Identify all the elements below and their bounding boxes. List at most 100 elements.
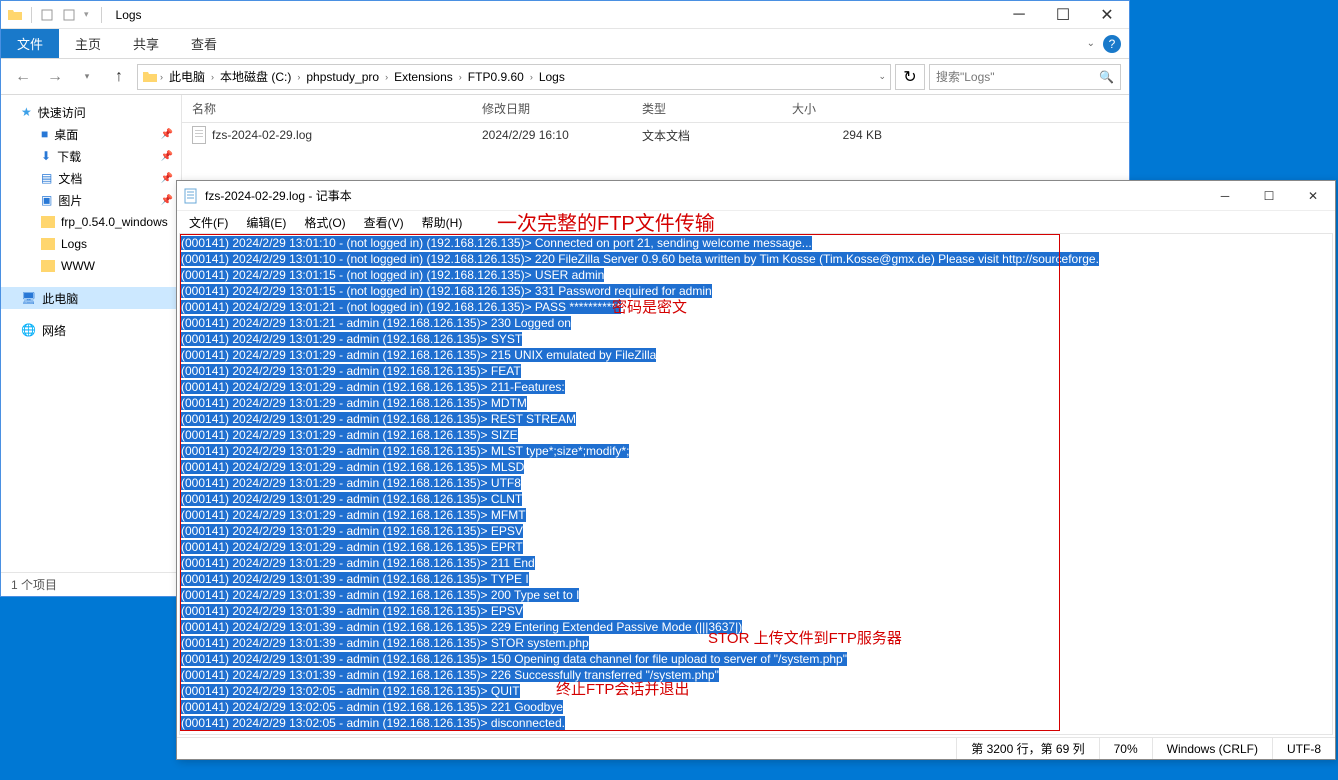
log-line: (000141) 2024/2/29 13:01:39 - admin (192… xyxy=(181,603,1331,619)
menu-file[interactable]: 文件(F) xyxy=(181,212,236,233)
notepad-menu: 文件(F) 编辑(E) 格式(O) 查看(V) 帮助(H) 一次完整的FTP文件… xyxy=(177,211,1335,233)
nav-logs[interactable]: Logs xyxy=(1,233,181,255)
ribbon-tab-file[interactable]: 文件 xyxy=(1,29,59,58)
nav-frp[interactable]: frp_0.54.0_windows xyxy=(1,211,181,233)
log-line: (000141) 2024/2/29 13:01:10 - (not logge… xyxy=(181,235,1331,251)
log-line: (000141) 2024/2/29 13:01:29 - admin (192… xyxy=(181,459,1331,475)
nav-pictures[interactable]: ▣图片📌 xyxy=(1,189,181,211)
file-row[interactable]: fzs-2024-02-29.log 2024/2/29 16:10 文本文档 … xyxy=(182,123,1129,147)
notepad-statusbar: 第 3200 行，第 69 列 70% Windows (CRLF) UTF-8 xyxy=(177,737,1335,759)
window-title: Logs xyxy=(116,8,142,22)
log-line: (000141) 2024/2/29 13:01:29 - admin (192… xyxy=(181,443,1331,459)
crumb[interactable]: Extensions xyxy=(390,70,457,84)
textfile-icon xyxy=(192,126,206,144)
log-line: (000141) 2024/2/29 13:01:29 - admin (192… xyxy=(181,555,1331,571)
ribbon-tab-share[interactable]: 共享 xyxy=(117,29,175,58)
help-icon[interactable]: ? xyxy=(1103,35,1121,53)
back-button[interactable]: ← xyxy=(9,63,37,91)
log-line: (000141) 2024/2/29 13:02:05 - admin (192… xyxy=(181,715,1331,731)
minimize-button[interactable]: ─ xyxy=(997,1,1041,29)
np-maximize-button[interactable]: ☐ xyxy=(1247,181,1291,211)
log-line: (000141) 2024/2/29 13:01:10 - (not logge… xyxy=(181,251,1331,267)
log-line: (000141) 2024/2/29 13:01:29 - admin (192… xyxy=(181,379,1331,395)
nav-quick-access[interactable]: ★快速访问 xyxy=(1,101,181,123)
log-line: (000141) 2024/2/29 13:01:29 - admin (192… xyxy=(181,491,1331,507)
log-line: (000141) 2024/2/29 13:01:39 - admin (192… xyxy=(181,651,1331,667)
crumb[interactable]: Logs xyxy=(535,70,569,84)
log-line: (000141) 2024/2/29 13:01:29 - admin (192… xyxy=(181,539,1331,555)
status-encoding: UTF-8 xyxy=(1272,738,1335,759)
ribbon-tab-home[interactable]: 主页 xyxy=(59,29,117,58)
customize-qat-icon[interactable] xyxy=(40,8,54,22)
crumb[interactable]: 此电脑 xyxy=(165,68,209,85)
menu-help[interactable]: 帮助(H) xyxy=(414,212,471,233)
log-line: (000141) 2024/2/29 13:01:29 - admin (192… xyxy=(181,411,1331,427)
status-position: 第 3200 行，第 69 列 xyxy=(956,738,1098,759)
menu-view[interactable]: 查看(V) xyxy=(356,212,412,233)
annotation-title: 一次完整的FTP文件传输 xyxy=(497,207,715,236)
log-line: (000141) 2024/2/29 13:01:29 - admin (192… xyxy=(181,347,1331,363)
refresh-button[interactable]: ↻ xyxy=(895,64,925,90)
log-line: (000141) 2024/2/29 13:01:39 - admin (192… xyxy=(181,619,1331,635)
status-zoom: 70% xyxy=(1099,738,1152,759)
nav-thispc[interactable]: 🖥此电脑 xyxy=(1,287,181,309)
search-input[interactable]: 搜索"Logs" 🔍 xyxy=(929,64,1121,90)
nav-www[interactable]: WWW xyxy=(1,255,181,277)
status-item-count: 1 个项目 xyxy=(11,576,57,593)
crumb[interactable]: 本地磁盘 (C:) xyxy=(216,68,295,85)
log-line: (000141) 2024/2/29 13:01:21 - admin (192… xyxy=(181,315,1331,331)
notepad-titlebar[interactable]: fzs-2024-02-29.log - 记事本 ─ ☐ ✕ xyxy=(177,181,1335,211)
notepad-title: fzs-2024-02-29.log - 记事本 xyxy=(205,187,352,204)
log-line: (000141) 2024/2/29 13:01:39 - admin (192… xyxy=(181,635,1331,651)
nav-documents[interactable]: ▤文档📌 xyxy=(1,167,181,189)
forward-button[interactable]: → xyxy=(41,63,69,91)
ribbon-tab-view[interactable]: 查看 xyxy=(175,29,233,58)
menu-format[interactable]: 格式(O) xyxy=(296,212,353,233)
log-line: (000141) 2024/2/29 13:02:05 - admin (192… xyxy=(181,699,1331,715)
log-line: (000141) 2024/2/29 13:01:21 - (not logge… xyxy=(181,299,1331,315)
navbar: ← → ▾ ↑ › 此电脑› 本地磁盘 (C:)› phpstudy_pro› … xyxy=(1,59,1129,95)
folder-icon xyxy=(7,7,23,23)
col-name[interactable]: 名称 xyxy=(182,100,472,117)
np-close-button[interactable]: ✕ xyxy=(1291,181,1335,211)
notepad-icon xyxy=(183,188,199,204)
col-size[interactable]: 大小 xyxy=(782,100,902,117)
log-line: (000141) 2024/2/29 13:01:39 - admin (192… xyxy=(181,587,1331,603)
log-line: (000141) 2024/2/29 13:01:29 - admin (192… xyxy=(181,331,1331,347)
nav-network[interactable]: 🌐网络 xyxy=(1,319,181,341)
status-eol: Windows (CRLF) xyxy=(1152,738,1272,759)
maximize-button[interactable]: ☐ xyxy=(1041,1,1085,29)
crumb[interactable]: phpstudy_pro xyxy=(302,70,383,84)
navigation-pane[interactable]: ★快速访问 ■桌面📌 ⬇下载📌 ▤文档📌 ▣图片📌 frp_0.54.0_win… xyxy=(1,95,182,572)
ribbon-expand-icon[interactable]: ⌄ xyxy=(1087,38,1095,49)
col-date[interactable]: 修改日期 xyxy=(472,100,632,117)
notepad-text-area[interactable]: 密码是密文 STOR 上传文件到FTP服务器 终止FTP会话并退出 (00014… xyxy=(179,233,1333,735)
menu-edit[interactable]: 编辑(E) xyxy=(238,212,294,233)
log-line: (000141) 2024/2/29 13:01:29 - admin (192… xyxy=(181,363,1331,379)
col-type[interactable]: 类型 xyxy=(632,100,782,117)
history-dropdown[interactable]: ▾ xyxy=(73,63,101,91)
log-line: (000141) 2024/2/29 13:01:39 - admin (192… xyxy=(181,667,1331,683)
log-line: (000141) 2024/2/29 13:01:29 - admin (192… xyxy=(181,507,1331,523)
search-placeholder: 搜索"Logs" xyxy=(936,68,995,85)
close-button[interactable]: ✕ xyxy=(1085,1,1129,29)
qat-properties-icon[interactable] xyxy=(62,8,76,22)
folder-icon xyxy=(142,69,158,85)
nav-downloads[interactable]: ⬇下载📌 xyxy=(1,145,181,167)
search-icon: 🔍 xyxy=(1099,70,1114,84)
log-line: (000141) 2024/2/29 13:01:29 - admin (192… xyxy=(181,523,1331,539)
explorer-titlebar[interactable]: ▾ Logs ─ ☐ ✕ xyxy=(1,1,1129,29)
nav-desktop[interactable]: ■桌面📌 xyxy=(1,123,181,145)
log-line: (000142) 2024/2/29 13:07:35 - (not logge… xyxy=(181,731,1331,735)
log-line: (000141) 2024/2/29 13:01:15 - (not logge… xyxy=(181,283,1331,299)
address-bar[interactable]: › 此电脑› 本地磁盘 (C:)› phpstudy_pro› Extensio… xyxy=(137,64,891,90)
notepad-window: fzs-2024-02-29.log - 记事本 ─ ☐ ✕ 文件(F) 编辑(… xyxy=(176,180,1336,760)
log-line: (000141) 2024/2/29 13:01:29 - admin (192… xyxy=(181,395,1331,411)
crumb[interactable]: FTP0.9.60 xyxy=(464,70,528,84)
np-minimize-button[interactable]: ─ xyxy=(1203,181,1247,211)
log-line: (000141) 2024/2/29 13:01:39 - admin (192… xyxy=(181,571,1331,587)
ribbon-tabs: 文件 主页 共享 查看 ⌄ ? xyxy=(1,29,1129,59)
log-line: (000141) 2024/2/29 13:01:29 - admin (192… xyxy=(181,427,1331,443)
up-button[interactable]: ↑ xyxy=(105,63,133,91)
log-line: (000141) 2024/2/29 13:01:15 - (not logge… xyxy=(181,267,1331,283)
